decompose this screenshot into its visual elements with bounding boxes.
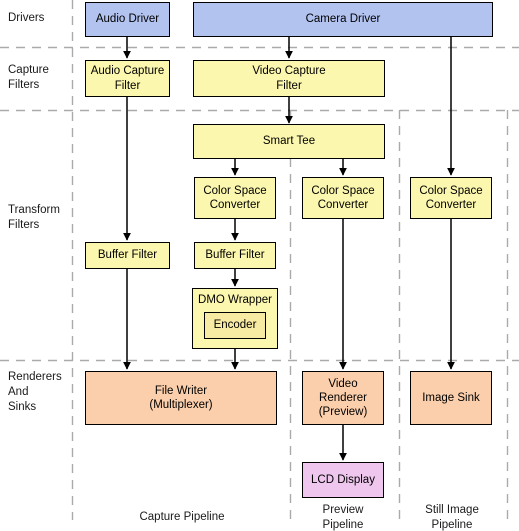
node-camera-driver[interactable]: Camera Driver <box>193 2 493 37</box>
band-label-renderers-and-sinks: Renderers And Sinks <box>8 371 62 413</box>
node-video-capture-filter[interactable]: Video Capture Filter <box>193 60 385 97</box>
band-label-transform-filters: Transform Filters <box>8 204 60 231</box>
node-color-space-converter-still[interactable]: Color Space Converter <box>410 177 492 219</box>
band-label-capture-filters: Capture Filters <box>8 64 49 91</box>
node-audio-capture-filter[interactable]: Audio Capture Filter <box>85 60 170 97</box>
pipeline-label-still-image: Still Image Pipeline <box>425 504 479 531</box>
pipeline-label-preview: Preview Pipeline <box>322 504 364 531</box>
node-video-renderer[interactable]: Video Renderer (Preview) <box>302 371 384 425</box>
node-smart-tee[interactable]: Smart Tee <box>193 124 385 159</box>
node-audio-driver[interactable]: Audio Driver <box>85 2 170 37</box>
node-file-writer[interactable]: File Writer (Multiplexer) <box>85 371 277 425</box>
band-label-drivers: Drivers <box>8 12 45 24</box>
node-buffer-filter-audio[interactable]: Buffer Filter <box>85 242 170 269</box>
node-color-space-converter-capture[interactable]: Color Space Converter <box>194 177 276 219</box>
node-image-sink[interactable]: Image Sink <box>410 371 492 425</box>
pipeline-label-capture: Capture Pipeline <box>139 511 225 523</box>
node-buffer-filter-video[interactable]: Buffer Filter <box>194 242 276 269</box>
diagram-canvas: Drivers Capture Filters Transform Filter… <box>0 0 519 531</box>
node-dmo-wrapper-label: DMO Wrapper <box>198 294 272 306</box>
node-encoder[interactable]: Encoder <box>204 312 266 339</box>
node-lcd-display[interactable]: LCD Display <box>302 462 384 498</box>
node-color-space-converter-preview[interactable]: Color Space Converter <box>302 177 384 219</box>
